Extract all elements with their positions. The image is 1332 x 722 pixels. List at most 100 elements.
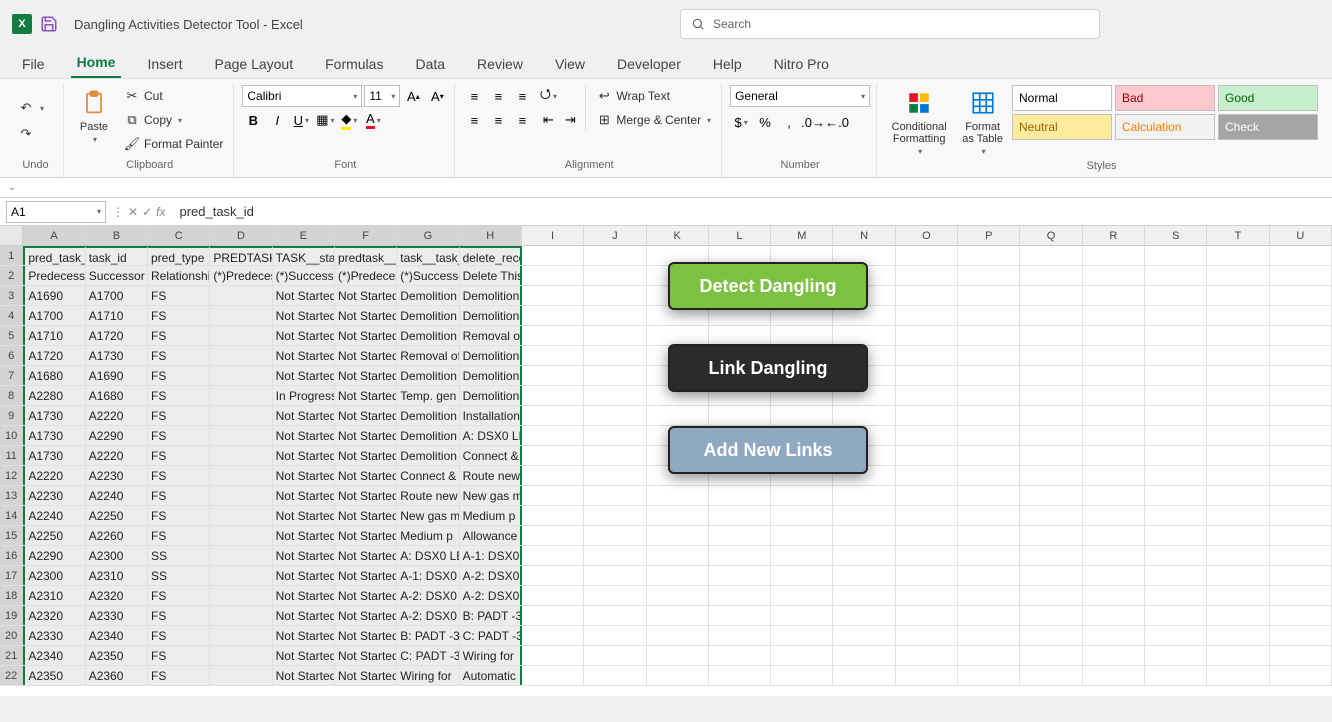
cell[interactable]: Connect & [460,446,522,465]
cell[interactable] [833,666,895,685]
cell[interactable] [584,526,646,545]
row-header[interactable]: 18 [0,586,23,605]
number-format-select[interactable]: General▾ [730,85,870,107]
tab-view[interactable]: View [549,52,591,78]
cell[interactable] [771,586,833,605]
cell[interactable]: Not Started [335,646,397,665]
cell[interactable] [1207,346,1269,365]
col-header-C[interactable]: C [148,226,210,245]
col-header-A[interactable]: A [23,226,85,245]
cell[interactable] [1145,486,1207,505]
cell[interactable] [709,326,771,345]
cell[interactable] [771,626,833,645]
cell[interactable]: A2300 [23,566,85,585]
cell[interactable] [1270,406,1332,425]
cell[interactable] [1207,286,1269,305]
cell[interactable] [1145,246,1207,265]
cell[interactable] [522,286,584,305]
cell[interactable] [833,566,895,585]
cell[interactable] [210,346,272,365]
cell[interactable] [833,606,895,625]
tab-file[interactable]: File [16,52,51,78]
orientation-button[interactable]: ⭯▾ [537,85,559,107]
cell[interactable]: pred_task_id [23,246,85,265]
cell[interactable]: FS [148,586,210,605]
cell[interactable]: FS [148,506,210,525]
cell[interactable] [896,286,958,305]
row-header[interactable]: 11 [0,446,23,465]
cell[interactable] [1083,426,1145,445]
cell[interactable] [1020,606,1082,625]
cell[interactable]: FS [148,606,210,625]
cell[interactable]: B: PADT -3 [397,626,459,645]
format-as-table-button[interactable]: Format as Table▾ [957,85,1008,158]
cell[interactable] [958,406,1020,425]
cell[interactable]: A2320 [23,606,85,625]
cell[interactable]: Allowance [460,526,522,545]
cell[interactable] [1270,646,1332,665]
cell[interactable] [771,486,833,505]
cell[interactable]: A1720 [23,346,85,365]
cell[interactable] [958,366,1020,385]
col-header-P[interactable]: P [958,226,1020,245]
cell[interactable] [584,246,646,265]
cell[interactable]: A-2: DSX0 [397,586,459,605]
cell[interactable] [709,666,771,685]
cell[interactable]: Relationship [148,266,210,285]
cell[interactable] [1207,646,1269,665]
cell[interactable]: Demolition [397,286,459,305]
tab-developer[interactable]: Developer [611,52,687,78]
cell[interactable]: Demolition [460,346,522,365]
cell[interactable]: A2350 [86,646,148,665]
cell[interactable] [709,486,771,505]
cell[interactable]: Demolition [397,326,459,345]
cell[interactable]: SS [148,566,210,585]
cell[interactable] [958,606,1020,625]
align-left-button[interactable]: ≡ [463,109,485,131]
cell[interactable]: New gas m [460,486,522,505]
cell[interactable] [1270,326,1332,345]
cell[interactable] [1207,466,1269,485]
cell[interactable]: A-1: DSX0 [460,546,522,565]
cell[interactable] [1145,426,1207,445]
row-header[interactable]: 3 [0,286,23,305]
row-header[interactable]: 5 [0,326,23,345]
fx-icon[interactable]: fx [156,205,165,219]
cell[interactable]: Not Started [273,286,335,305]
col-header-E[interactable]: E [273,226,335,245]
borders-button[interactable]: ▦▾ [314,109,336,131]
cell[interactable]: FS [148,386,210,405]
cell[interactable] [1145,626,1207,645]
cell[interactable] [647,666,709,685]
cell[interactable] [522,346,584,365]
shrink-font-button[interactable]: A▾ [426,85,448,107]
cell[interactable]: A1730 [86,346,148,365]
cell[interactable] [896,246,958,265]
cell[interactable] [1270,286,1332,305]
cell[interactable] [709,646,771,665]
cell[interactable]: Successor [86,266,148,285]
cell[interactable]: Not Started [335,346,397,365]
cell[interactable]: Not Started [335,606,397,625]
cell[interactable]: Not Started [335,426,397,445]
cell[interactable] [210,506,272,525]
cell[interactable]: Demolition [460,386,522,405]
cell[interactable] [1020,426,1082,445]
cell[interactable]: Not Started [335,526,397,545]
cell[interactable]: A2360 [86,666,148,685]
cell[interactable] [1083,406,1145,425]
cell[interactable]: Automatic [460,666,522,685]
cell[interactable] [1020,506,1082,525]
cell[interactable] [522,526,584,545]
cell[interactable]: A2250 [23,526,85,545]
cell[interactable] [1083,666,1145,685]
cell[interactable] [1083,366,1145,385]
cell[interactable] [522,486,584,505]
cell[interactable] [210,386,272,405]
cell[interactable]: A-2: DSX0 [397,606,459,625]
cell[interactable] [1207,266,1269,285]
cell[interactable] [1207,546,1269,565]
cell[interactable]: Demolition [397,426,459,445]
cell[interactable]: A2300 [86,546,148,565]
cell[interactable]: A2320 [86,586,148,605]
